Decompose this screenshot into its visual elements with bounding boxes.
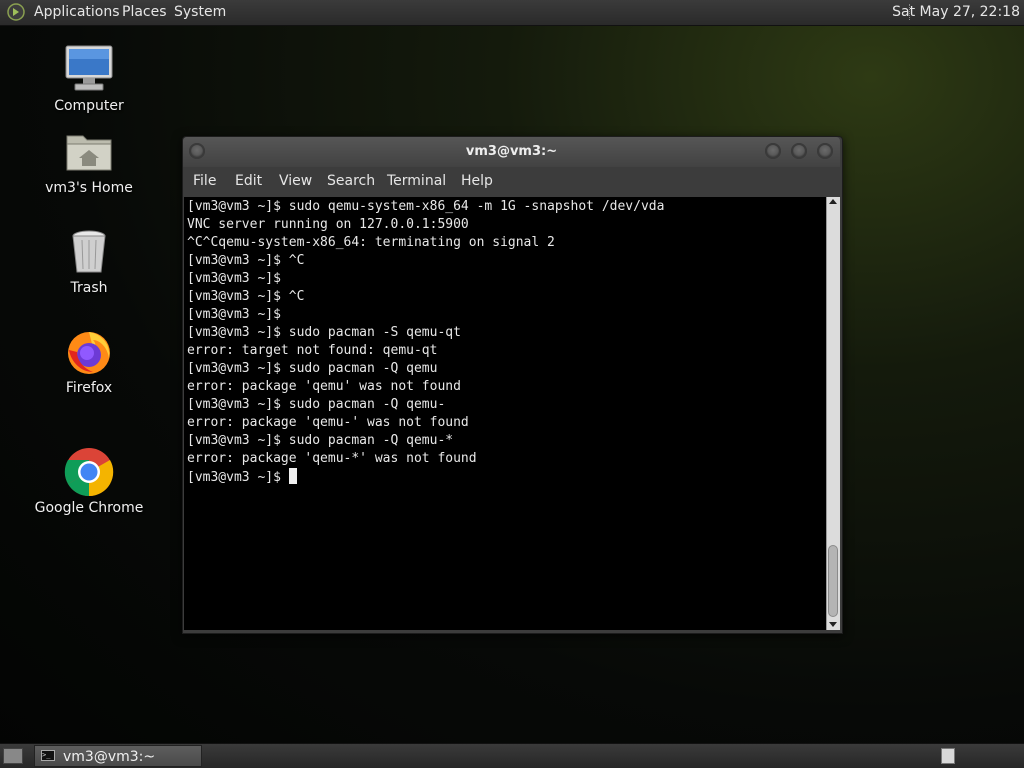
desktop-icon-chrome[interactable]: Google Chrome <box>29 446 149 516</box>
desktop-icon-computer[interactable]: Computer <box>29 44 149 114</box>
home-folder-icon <box>63 126 115 178</box>
desktop-icon-label: vm3's Home <box>45 180 133 196</box>
system-menu[interactable]: System <box>174 0 226 25</box>
scroll-up-arrow-icon[interactable] <box>829 199 837 204</box>
terminal-text: [vm3@vm3 ~]$ sudo qemu-system-x86_64 -m … <box>187 198 664 486</box>
scrollbar-thumb[interactable] <box>828 545 838 617</box>
desktop-icon-home[interactable]: vm3's Home <box>29 126 149 196</box>
desktop-icon-label: Trash <box>70 280 108 296</box>
terminal-line: [vm3@vm3 ~]$ sudo pacman -Q qemu <box>187 361 438 376</box>
clock[interactable]: Sat May 27, 22:18 <box>892 0 1020 25</box>
terminal-line: error: target not found: qemu-qt <box>187 343 438 358</box>
desktop-icon-firefox[interactable]: Firefox <box>29 326 149 396</box>
terminal-line: [vm3@vm3 ~]$ <box>187 271 281 286</box>
terminal-line: [vm3@vm3 ~]$ <box>187 307 281 322</box>
top-panel: Applications Places System Sat May 27, 2… <box>0 0 1024 26</box>
menu-help[interactable]: Help <box>461 173 493 189</box>
computer-icon <box>63 44 115 96</box>
terminal-line: [vm3@vm3 ~]$ sudo qemu-system-x86_64 -m … <box>187 199 665 214</box>
terminal-line: error: package 'qemu' was not found <box>187 379 461 394</box>
terminal-line: VNC server running on 127.0.0.1:5900 <box>187 217 469 232</box>
show-desktop-icon[interactable] <box>3 748 23 764</box>
minimize-button[interactable] <box>765 143 781 159</box>
terminal-prompt-line[interactable]: [vm3@vm3 ~]$ <box>187 468 664 486</box>
taskbar-item-terminal[interactable]: >_ vm3@vm3:~ <box>34 745 202 767</box>
chrome-icon <box>63 446 115 498</box>
menu-file[interactable]: File <box>193 173 216 189</box>
menu-view[interactable]: View <box>279 173 312 189</box>
terminal-output-area[interactable]: [vm3@vm3 ~]$ sudo qemu-system-x86_64 -m … <box>184 197 826 630</box>
vertical-scrollbar[interactable] <box>826 197 840 630</box>
applications-menu[interactable]: Applications <box>34 0 120 25</box>
bottom-panel: >_ vm3@vm3:~ <box>0 743 1024 768</box>
scroll-down-arrow-icon[interactable] <box>829 622 837 627</box>
terminal-line: [vm3@vm3 ~]$ ^C <box>187 253 305 268</box>
title-bar[interactable]: vm3@vm3:~ <box>183 137 840 167</box>
terminal-line: [vm3@vm3 ~]$ sudo pacman -S qemu-qt <box>187 325 461 340</box>
terminal-window[interactable]: vm3@vm3:~ File Edit View Search Terminal… <box>182 136 843 634</box>
terminal-line: [vm3@vm3 ~]$ sudo pacman -Q qemu-* <box>187 433 454 448</box>
menu-search[interactable]: Search <box>327 173 375 189</box>
terminal-line: error: package 'qemu-' was not found <box>187 415 469 430</box>
terminal-line: [vm3@vm3 ~]$ sudo pacman -Q qemu- <box>187 397 446 412</box>
terminal-line: [vm3@vm3 ~]$ ^C <box>187 289 305 304</box>
taskbar-item-label: vm3@vm3:~ <box>63 749 156 765</box>
applications-logo-icon[interactable] <box>7 3 25 21</box>
desktop-icon-label: Computer <box>54 98 124 114</box>
menu-bar: File Edit View Search Terminal Help <box>183 167 840 195</box>
terminal-line: ^C^Cqemu-system-x86_64: terminating on s… <box>187 235 555 250</box>
desktop-icon-label: Firefox <box>65 380 113 396</box>
menu-edit[interactable]: Edit <box>235 173 262 189</box>
close-button[interactable] <box>817 143 833 159</box>
terminal-icon: >_ <box>41 750 55 761</box>
terminal-cursor <box>288 468 297 484</box>
desktop-icon-trash[interactable]: Trash <box>29 226 149 296</box>
menu-terminal[interactable]: Terminal <box>387 173 446 189</box>
workspace-switcher[interactable] <box>941 748 955 764</box>
terminal-line: error: package 'qemu-*' was not found <box>187 451 477 466</box>
places-menu[interactable]: Places <box>122 0 167 25</box>
window-title: vm3@vm3:~ <box>465 144 558 159</box>
terminal-prompt: [vm3@vm3 ~]$ <box>187 470 289 485</box>
maximize-button[interactable] <box>791 143 807 159</box>
desktop-icon-label: Google Chrome <box>34 500 144 516</box>
firefox-icon <box>63 326 115 378</box>
trash-icon <box>63 226 115 278</box>
